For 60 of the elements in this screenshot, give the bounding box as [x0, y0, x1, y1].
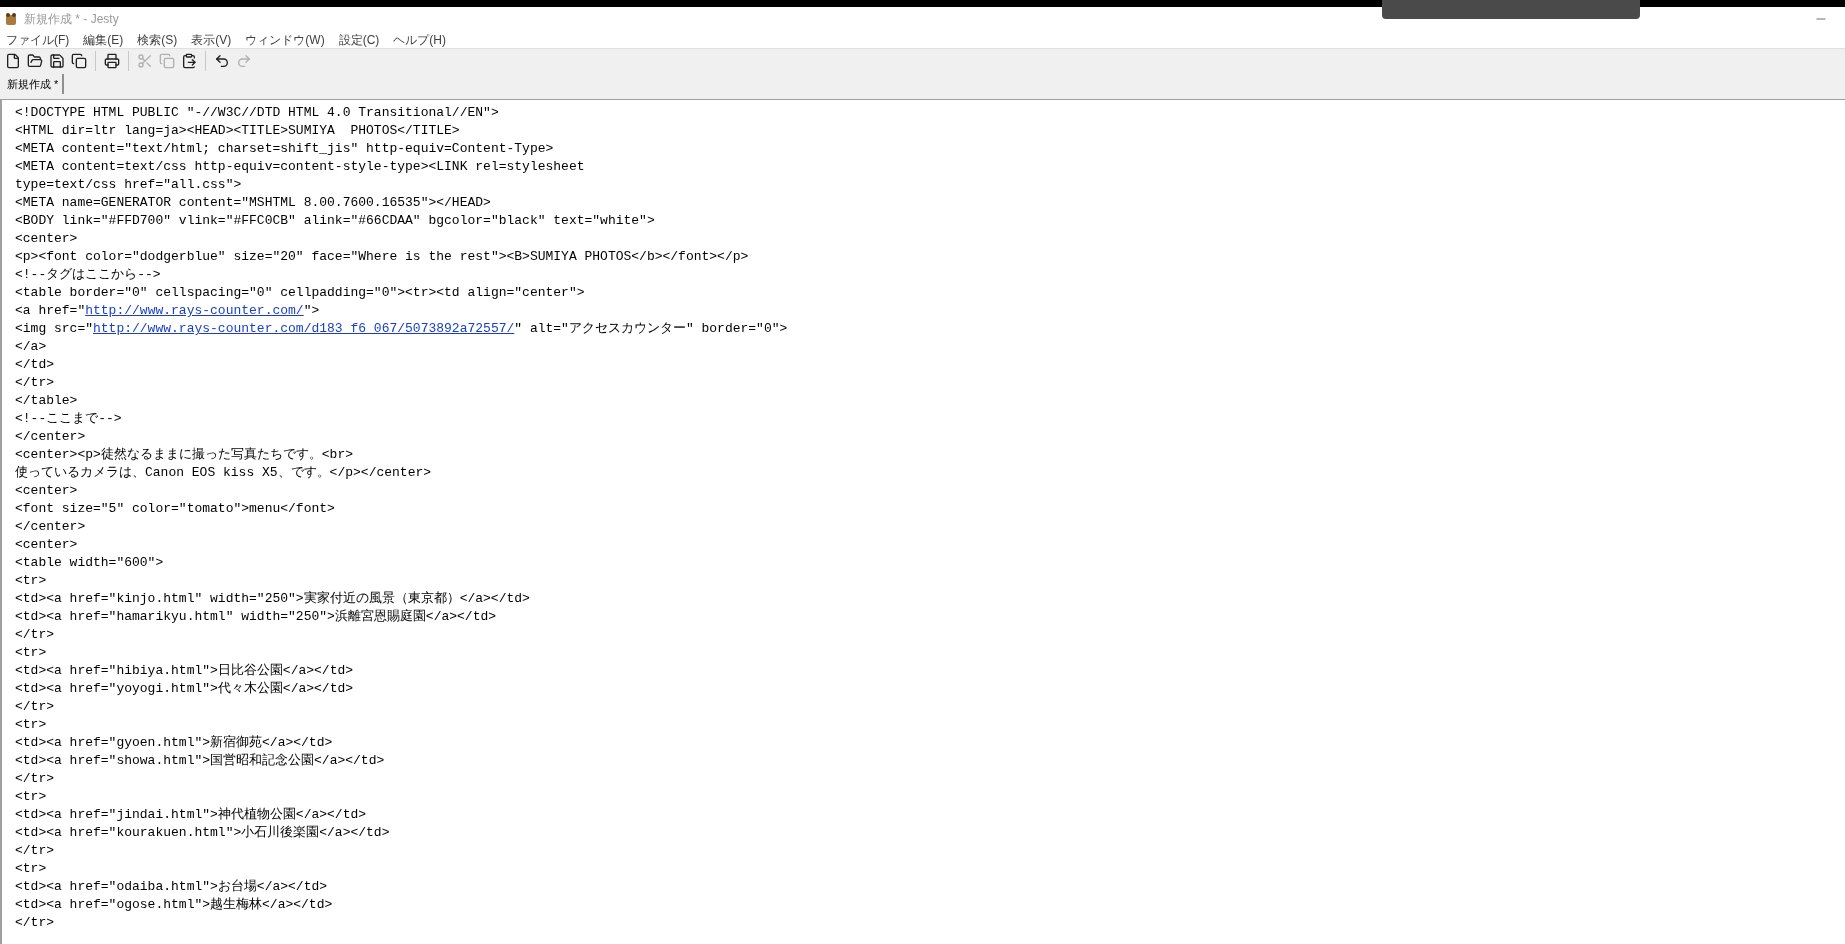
code-line: <tr> — [15, 716, 48, 734]
code-line: <!DOCTYPE HTML PUBLIC "-//W3C//DTD HTML 4.0 Transitional//EN"> — [15, 104, 500, 122]
menu-item[interactable]: 検索(S) — [137, 30, 178, 49]
code-line: <tr> — [15, 572, 48, 590]
code-line: <td><a href="hibiya.html">日比谷公園</a></td> — [15, 662, 355, 680]
menu-item[interactable]: 設定(C) — [338, 30, 380, 49]
code-line: <tr> — [15, 860, 48, 878]
code-line: <HTML dir=ltr lang=ja><HEAD><TITLE>SUMIYA PHOTOS</TITLE> — [15, 122, 461, 140]
window-title: 新規作成 * - Jesty — [24, 11, 119, 28]
code-line: </tr> — [15, 914, 55, 932]
url-link[interactable]: http://www.rays-counter.com/ — [85, 303, 304, 318]
menu-item[interactable]: 編集(E) — [83, 30, 124, 49]
code-line: <tr> — [15, 644, 48, 662]
code-line: type=text/css href="all.css"> — [15, 176, 243, 194]
code-line: </tr> — [15, 770, 55, 788]
code-line: <center><p>徒然なるままに撮った写真たちです。<br> — [15, 446, 355, 464]
code-line: <META content=text/css http-equiv=content-style-type><LINK rel=stylesheet — [15, 158, 586, 176]
code-line: <td><a href="jindai.html">神代植物公園</a></td> — [15, 806, 368, 824]
code-line: <BODY link="#FFD700" vlink="#FFC0CB" alink="#66CDAA" bgcolor="black" text="white"> — [15, 212, 656, 230]
code-line: </center> — [15, 428, 87, 446]
code-line: <td><a href="odaiba.html">お台場</a></td> — [15, 878, 329, 896]
menu-item[interactable]: 表示(V) — [191, 30, 232, 49]
code-line: </center> — [15, 518, 87, 536]
code-line: </tr> — [15, 842, 55, 860]
code-line: </tr> — [15, 626, 55, 644]
code-line: <META content="text/html; charset=shift_jis" http-equiv=Content-Type> — [15, 140, 555, 158]
code-line: 使っているカメラは、Canon EOS kiss X5、です。</p></center> — [15, 464, 433, 482]
code-line: <font size="5" color="tomato">menu</font> — [15, 500, 336, 518]
code-line: </table> — [15, 392, 79, 410]
code-line: <!--ここまで--> — [15, 410, 123, 428]
code-line: </a> — [15, 338, 48, 356]
code-line: <td><a href="showa.html">国営昭和記念公園</a></td> — [15, 752, 386, 770]
code-line: <td><a href="hamarikyu.html" width="250">浜離宮恩賜庭園</a></td> — [15, 608, 498, 626]
code-line: <center> — [15, 230, 79, 248]
code-text: " alt="アクセスカウンター" border="0"> — [514, 321, 788, 336]
code-line: <td><a href="kinjo.html" width="250">実家付近の風景（東京都）</a></td> — [15, 590, 531, 608]
menu-item[interactable]: ファイル(F) — [6, 30, 70, 49]
code-text: <a href=" — [15, 303, 86, 318]
code-line: <td><a href="ogose.html">越生梅林</a></td> — [15, 896, 334, 914]
code-line: </tr> — [15, 698, 55, 716]
menu-item[interactable]: ヘルプ(H) — [393, 30, 446, 49]
code-line: <center> — [15, 536, 79, 554]
code-line: <center> — [15, 482, 79, 500]
code-line: </td> — [15, 356, 55, 374]
code-text: "> — [303, 303, 320, 318]
url-link[interactable]: http://www.rays-counter.com/d183_f6_067/5073892a72557/ — [93, 321, 515, 336]
code-editor[interactable] — [0, 99, 1845, 944]
code-line: <td><a href="kourakuen.html">小石川後楽園</a></td> — [15, 824, 391, 842]
code-line: <tr> — [15, 788, 48, 806]
code-line: <p><font color="dodgerblue" size="20" face="Where is the rest"><B>SUMIYA PHOTOS</b></font></p> — [15, 248, 750, 266]
code-line: </tr> — [15, 374, 55, 392]
code-line: <META name=GENERATOR content="MSHTML 8.00.7600.16535"></HEAD> — [15, 194, 492, 212]
code-line: <td><a href="gyoen.html">新宿御苑</a></td> — [15, 734, 334, 752]
code-line: <table width="600"> — [15, 554, 165, 572]
code-line: <table border="0" cellspacing="0" cellpadding="0"><tr><td align="center"> — [15, 284, 586, 302]
code-line: <td><a href="yoyogi.html">代々木公園</a></td> — [15, 680, 355, 698]
code-text: <img src=" — [15, 321, 93, 336]
menu-item[interactable]: ウィンドウ(W) — [245, 30, 325, 49]
app-icon — [4, 12, 18, 26]
code-line: <!--タグはここから--> — [15, 266, 162, 284]
